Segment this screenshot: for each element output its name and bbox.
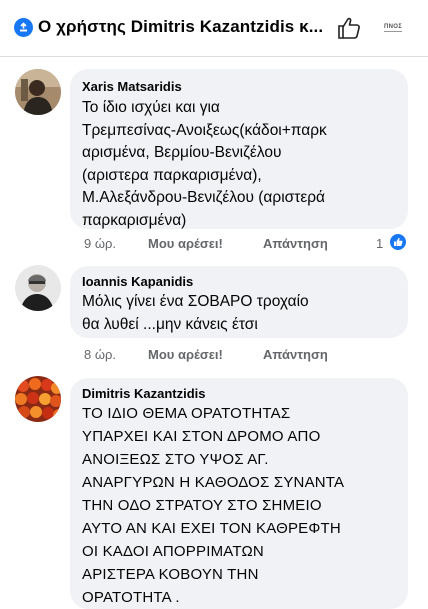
reply-link[interactable]: Απάντηση — [263, 236, 328, 251]
comment-line: (αριστερα παρκαρισμένα), — [82, 166, 262, 184]
comment-line: ΟΙ ΚΑΔΟΙ ΑΠΟΡΡΙΜΑΤΩΝ — [82, 543, 264, 560]
comment-time[interactable]: 9 ώρ. — [84, 236, 116, 251]
comment-line: ΑΡΙΣΤΕΡΑ ΚΟΒΟΥΝ ΤΗΝ — [82, 566, 259, 583]
comment-text: Το ίδιο ισχύει και για Τρεμπεσίνας-Ανοιξ… — [82, 97, 327, 232]
comment-line: ΟΡΑΤΟΤΗΤΑ . — [82, 589, 180, 606]
comment-line: ΑΝΟΙΞΕΩΣ ΣΤΟ ΥΨΟΣ ΑΓ. — [82, 451, 269, 468]
comment-text: Μόλις γίνει ένα ΣΟΒΑΡΟ τροχαίο θα λυθεί … — [82, 291, 309, 336]
comment-line: Μ.Αλεξάνδρου-Βενιζέλου (αριστερά — [82, 189, 326, 206]
comment-line: Τρεμπεσίνας-Ανοιξεως(κάδοι+παρκ — [82, 121, 327, 139]
comment-line: ΥΠΑΡΧΕΙ ΚΑΙ ΣΤΟΝ ΔΡΟΜΟ ΑΠΟ — [82, 428, 321, 445]
reaction-count[interactable]: 1 — [376, 236, 383, 251]
page-logo: ΠΝΟΣ — [384, 24, 403, 30]
like-link[interactable]: Μου αρέσει! — [148, 236, 223, 251]
comment-author[interactable]: Ioannis Kapanidis — [82, 274, 193, 289]
comment-line: ΤΗΝ ΟΔΟ ΣΤΡΑΤΟΥ ΣΤΟ ΣΗΜΕΙΟ — [82, 497, 322, 514]
comment-line: θα λυθεί ...μην κάνεις έτσι — [82, 315, 258, 333]
comment-line: αρισμένα, Βερμίου-Βενιζέλου — [82, 144, 282, 161]
comment-author[interactable]: Dimitris Kazantzidis — [82, 386, 206, 401]
comment-line: ΑΝΑΡΓΥΡΩΝ Η ΚΑΘΟΔΟΣ ΣΥΝΑΝΤΑ — [82, 474, 345, 491]
comment-line: Το ίδιο ισχύει και για — [82, 99, 220, 116]
post-header: Ο χρήστης Dimitris Kazantzidis κ... ΠΝΟΣ — [0, 0, 428, 57]
avatar[interactable] — [15, 265, 61, 311]
comment-line: ΤΟ ΙΔΙΟ ΘΕΜΑ ΟΡΑΤΟΤΗΤΑΣ — [82, 405, 291, 422]
comment-line: ΑΥΤΟ ΑΝ ΚΑΙ ΕΧΕΙ ΤΟΝ ΚΑΘΡΕΦΤΗ — [82, 520, 341, 537]
reply-link[interactable]: Απάντηση — [263, 347, 328, 362]
comment-line: παρκαρισμένα) — [82, 211, 187, 229]
like-link[interactable]: Μου αρέσει! — [148, 347, 223, 362]
info-badge-icon — [14, 18, 33, 37]
avatar[interactable] — [15, 376, 61, 422]
logo-underline — [384, 31, 402, 32]
comment-author[interactable]: Xaris Matsaridis — [82, 79, 182, 94]
like-outline-icon[interactable] — [336, 15, 362, 41]
comment-line: Μόλις γίνει ένα ΣΟΒΑΡΟ τροχαίο — [82, 293, 309, 310]
comment-text: ΤΟ ΙΔΙΟ ΘΕΜΑ ΟΡΑΤΟΤΗΤΑΣ ΥΠΑΡΧΕΙ ΚΑΙ ΣΤΟΝ… — [82, 402, 344, 609]
comment-time[interactable]: 8 ώρ. — [84, 347, 116, 362]
avatar[interactable] — [15, 69, 61, 115]
like-reaction-icon[interactable] — [390, 234, 406, 250]
post-title[interactable]: Ο χρήστης Dimitris Kazantzidis κ... — [38, 17, 336, 37]
